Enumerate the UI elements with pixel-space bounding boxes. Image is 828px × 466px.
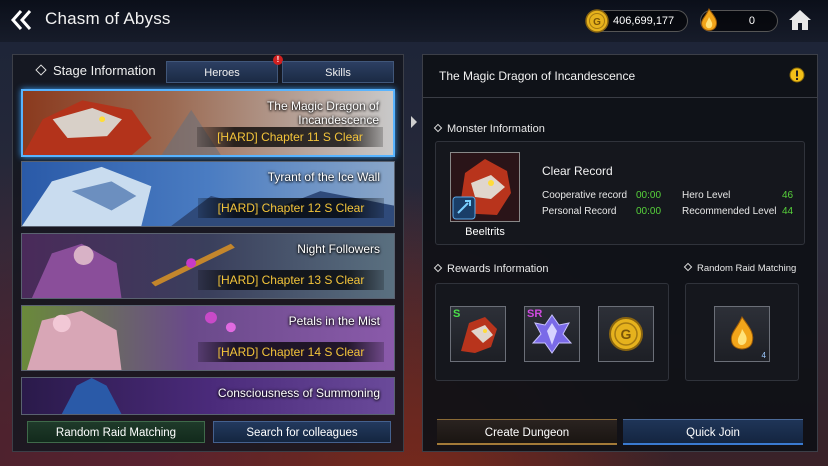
quick-join-button[interactable]: Quick Join <box>623 419 803 445</box>
personal-record-label: Personal Record <box>542 206 617 217</box>
rewards-info-label: Rewards Information <box>447 263 549 275</box>
stage-detail-title: The Magic Dragon of Incandescence <box>439 69 636 83</box>
stage-detail-panel: The Magic Dragon of Incandescence Monste… <box>422 54 818 452</box>
hero-level-label: Hero Level <box>682 190 731 201</box>
stage-card-petals-mist[interactable]: Petals in the Mist [HARD] Chapter 14 S C… <box>21 305 395 371</box>
search-colleagues-button[interactable]: Search for colleagues <box>213 421 391 443</box>
svg-text:G: G <box>593 17 601 28</box>
stage-panel-header: Stage Information Heroes ! Skills <box>13 55 403 85</box>
recommended-level-value: 44 <box>782 206 794 217</box>
gold-amount: 406,699,177 <box>613 15 675 27</box>
stage-card-night-followers[interactable]: Night Followers [HARD] Chapter 13 S Clea… <box>21 233 395 299</box>
personal-record-value: 00:00 <box>636 206 662 217</box>
tab-heroes[interactable]: Heroes <box>166 61 278 83</box>
stage-clear-status: [HARD] Chapter 14 S Clear <box>198 342 384 362</box>
diamond-icon <box>433 263 443 273</box>
raid-matching-label: Random Raid Matching <box>697 263 797 274</box>
svg-text:G: G <box>621 326 632 342</box>
coop-record-label: Cooperative record <box>542 190 628 201</box>
reward-slot-flame[interactable]: 4 <box>714 306 770 362</box>
random-raid-matching-button[interactable]: Random Raid Matching <box>27 421 205 443</box>
stage-card-consciousness[interactable]: Consciousness of Summoning <box>21 377 395 415</box>
flame-counter: 0 <box>700 8 778 32</box>
chevron-right-icon <box>411 116 417 128</box>
stage-clear-status: [HARD] Chapter 12 S Clear <box>198 198 384 218</box>
gold-coin-icon: G <box>609 317 643 351</box>
stage-name: Night Followers <box>297 242 380 256</box>
home-icon[interactable] <box>788 9 812 31</box>
red-dragon-portrait-icon <box>451 153 519 221</box>
stage-card-magic-dragon[interactable]: The Magic Dragon of Incandescence [HARD]… <box>21 89 395 157</box>
stage-name: Consciousness of Summoning <box>217 386 380 400</box>
flame-amount: 0 <box>748 15 755 27</box>
stage-info-heading: Stage Information <box>35 63 156 78</box>
grade-badge: S <box>453 308 461 320</box>
clear-record-heading: Clear Record <box>542 164 613 178</box>
grade-badge: SR <box>527 308 543 320</box>
flame-icon <box>701 8 717 31</box>
coop-record-value: 00:00 <box>636 190 662 201</box>
raid-matching-heading: Random Raid Matching <box>683 262 797 274</box>
stage-name: The Magic Dragon of Incandescence <box>266 99 379 127</box>
gold-counter: G 406,699,177 <box>585 9 688 33</box>
diamond-icon <box>35 64 47 76</box>
reward-quantity: 4 <box>761 351 766 360</box>
page-title: Chasm of Abyss <box>45 9 171 28</box>
raid-reward-box: 4 <box>685 283 799 381</box>
stage-name: Petals in the Mist <box>288 314 380 328</box>
monster-info-label: Monster Information <box>447 123 545 135</box>
reward-slot-crystal[interactable]: SR <box>524 306 580 362</box>
top-bar: Chasm of Abyss G 406,699,177 0 <box>0 0 828 42</box>
stage-clear-status: [HARD] Chapter 13 S Clear <box>198 270 384 290</box>
rewards-box: S SR G <box>435 283 669 381</box>
divider <box>423 97 817 98</box>
reward-slot-dragon[interactable]: S <box>450 306 506 362</box>
create-dungeon-button[interactable]: Create Dungeon <box>437 419 617 445</box>
stage-list-panel: Stage Information Heroes ! Skills The Ma… <box>12 54 404 452</box>
stage-name: Tyrant of the Ice Wall <box>267 170 380 184</box>
monster-info-heading: Monster Information <box>433 123 545 135</box>
recommended-level-label: Recommended Level <box>682 206 777 217</box>
monster-info-box: Beeltrits Clear Record Cooperative recor… <box>435 141 805 245</box>
diamond-icon <box>683 262 693 272</box>
rewards-info-heading: Rewards Information <box>433 263 549 275</box>
diamond-icon <box>433 123 443 133</box>
monster-portrait[interactable] <box>450 152 520 222</box>
stage-card-ice-tyrant[interactable]: Tyrant of the Ice Wall [HARD] Chapter 12… <box>21 161 395 227</box>
stage-info-label: Stage Information <box>53 63 156 78</box>
warning-icon[interactable] <box>789 67 805 83</box>
monster-name: Beeltrits <box>465 226 505 238</box>
tab-skills[interactable]: Skills <box>282 61 394 83</box>
back-icon[interactable] <box>10 8 34 32</box>
hero-level-value: 46 <box>782 190 794 201</box>
stage-clear-status: [HARD] Chapter 11 S Clear <box>197 127 383 147</box>
gold-coin-icon: G <box>585 9 609 33</box>
reward-slot-gold[interactable]: G <box>598 306 654 362</box>
